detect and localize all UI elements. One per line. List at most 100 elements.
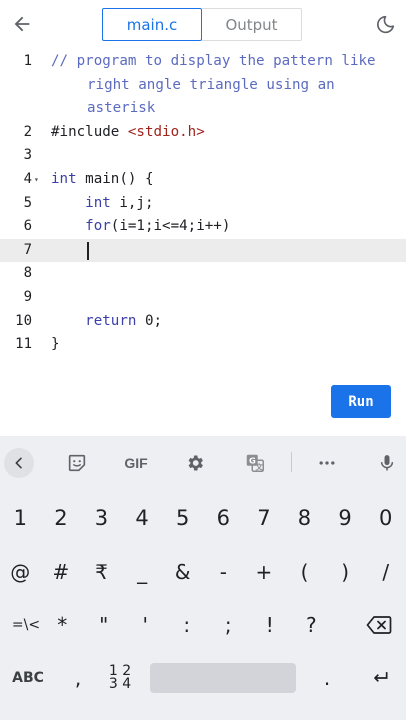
code-line[interactable]: 5 int i,j; — [0, 192, 406, 216]
key[interactable]: 2 — [41, 493, 82, 543]
tab-output[interactable]: Output — [202, 8, 302, 41]
code-text: for(i=1;i<=4;i++) — [51, 215, 230, 239]
key[interactable]: ) — [325, 547, 366, 597]
keyboard-toolbar: GIF G文 — [0, 436, 406, 490]
numpad-key[interactable]: 1 2 3 4 — [100, 653, 140, 703]
numpad-key-bottom: 3 4 — [108, 676, 132, 692]
line-number: 3 — [23, 147, 32, 164]
file-tabs: main.c Output — [102, 8, 302, 41]
key[interactable]: 7 — [244, 493, 285, 543]
code-line[interactable]: 8 — [0, 262, 406, 286]
code-line[interactable]: 7 — [0, 238, 406, 263]
comma-key[interactable]: , — [58, 653, 98, 703]
gear-icon — [188, 455, 203, 471]
key[interactable]: - — [203, 547, 244, 597]
key[interactable]: ( — [284, 547, 325, 597]
fold-toggle-icon[interactable]: ▾ — [34, 168, 39, 192]
code-text: #include <stdio.h> — [51, 121, 205, 145]
key[interactable]: 8 — [284, 493, 325, 543]
abc-key[interactable]: ABC — [2, 653, 54, 703]
code-text: int main() { — [51, 168, 154, 192]
key[interactable]: * — [42, 600, 84, 650]
key[interactable]: ' — [125, 600, 167, 650]
symbol-row: @ # ₹ _ & - +() / — [0, 547, 406, 597]
key[interactable]: @ — [0, 547, 41, 597]
run-button[interactable]: Run — [331, 385, 391, 418]
sticker-button[interactable] — [62, 448, 92, 478]
key[interactable]: 1 — [0, 493, 41, 543]
key[interactable]: _ — [122, 547, 163, 597]
key[interactable]: 0 — [365, 493, 406, 543]
top-bar: main.c Output — [0, 0, 406, 50]
key[interactable]: " — [83, 600, 125, 650]
gif-button[interactable]: GIF — [118, 448, 154, 478]
symbol-row-2: =\< * " ':;!? — [0, 600, 406, 650]
code-text: return 0; — [51, 310, 162, 334]
code-text: } — [51, 333, 60, 357]
code-token: main() { — [76, 171, 154, 187]
line-number: 9 — [23, 289, 32, 305]
line-number: 11 — [15, 336, 32, 353]
back-button[interactable] — [6, 8, 38, 40]
tab-main-c[interactable]: main.c — [102, 8, 202, 41]
line-number: 6 — [23, 218, 32, 235]
code-token: #include — [51, 123, 128, 140]
space-key[interactable] — [150, 663, 296, 693]
key[interactable]: 4 — [122, 493, 163, 543]
key[interactable]: ! — [249, 600, 291, 650]
code-line[interactable]: 4 ▾ int main() { — [0, 168, 406, 192]
key[interactable]: 3 — [81, 493, 122, 543]
code-token: int — [51, 171, 77, 187]
code-line[interactable]: 3 — [0, 144, 406, 168]
key[interactable]: 9 — [325, 493, 366, 543]
key[interactable]: ₹ — [81, 547, 122, 597]
translate-icon: G文 — [246, 454, 264, 472]
dark-mode-toggle[interactable] — [372, 12, 398, 38]
code-line[interactable]: 10 return 0; — [0, 310, 406, 334]
key[interactable]: # — [41, 547, 82, 597]
code-line[interactable]: 11} — [0, 333, 406, 357]
key[interactable]: 5 — [162, 493, 203, 543]
key[interactable]: ; — [208, 600, 250, 650]
code-text-wrapped: right angle triangle using an — [87, 76, 335, 93]
key[interactable]: + — [244, 547, 285, 597]
code-token: 0; — [136, 312, 163, 329]
code-token: int — [85, 194, 111, 211]
code-line[interactable]: 9 — [0, 286, 406, 310]
code-editor[interactable]: 1 // program to display the pattern like r… — [0, 50, 406, 436]
more-horizontal-icon — [319, 461, 335, 465]
svg-text:文: 文 — [254, 462, 263, 471]
period-key[interactable]: . — [302, 653, 352, 703]
line-number: 8 — [23, 265, 32, 282]
enter-key[interactable] — [356, 653, 404, 703]
key[interactable]: ? — [291, 600, 333, 650]
key[interactable]: & — [162, 547, 203, 597]
soft-keyboard: GIF G文 1234567890 @ # ₹ _ & - +() / =\< * " ':;!? … — [0, 436, 406, 720]
code-line[interactable]: 6 for(i=1;i<=4;i++) — [0, 215, 406, 239]
code-line[interactable]: 2 #include <stdio.h> — [0, 121, 406, 145]
voice-input-button[interactable] — [374, 448, 400, 478]
key[interactable]: 6 — [203, 493, 244, 543]
key[interactable]: / — [365, 547, 406, 597]
code-token: (i=1;i<=4;i++) — [110, 218, 231, 235]
code-text: int i,j; — [51, 192, 154, 216]
settings-button[interactable] — [180, 448, 210, 478]
line-number: 10 — [15, 312, 32, 329]
line-number: 1 — [23, 53, 32, 69]
text-cursor — [87, 241, 89, 260]
keyboard-collapse-button[interactable] — [4, 448, 34, 478]
toolbar-divider — [291, 452, 292, 472]
backspace-key[interactable] — [352, 600, 406, 650]
more-options-button[interactable] — [312, 448, 342, 478]
translate-button[interactable]: G文 — [240, 448, 270, 478]
code-token: i,j; — [110, 194, 154, 211]
line-number: 5 — [23, 194, 32, 211]
code-line[interactable]: 1 // program to display the pattern like r… — [0, 50, 406, 121]
code-token: for — [85, 218, 111, 235]
chevron-left-icon — [15, 457, 22, 469]
arrow-left-icon — [14, 16, 30, 32]
key[interactable]: : — [166, 600, 208, 650]
code-token: // program to display the pattern like — [51, 53, 376, 69]
